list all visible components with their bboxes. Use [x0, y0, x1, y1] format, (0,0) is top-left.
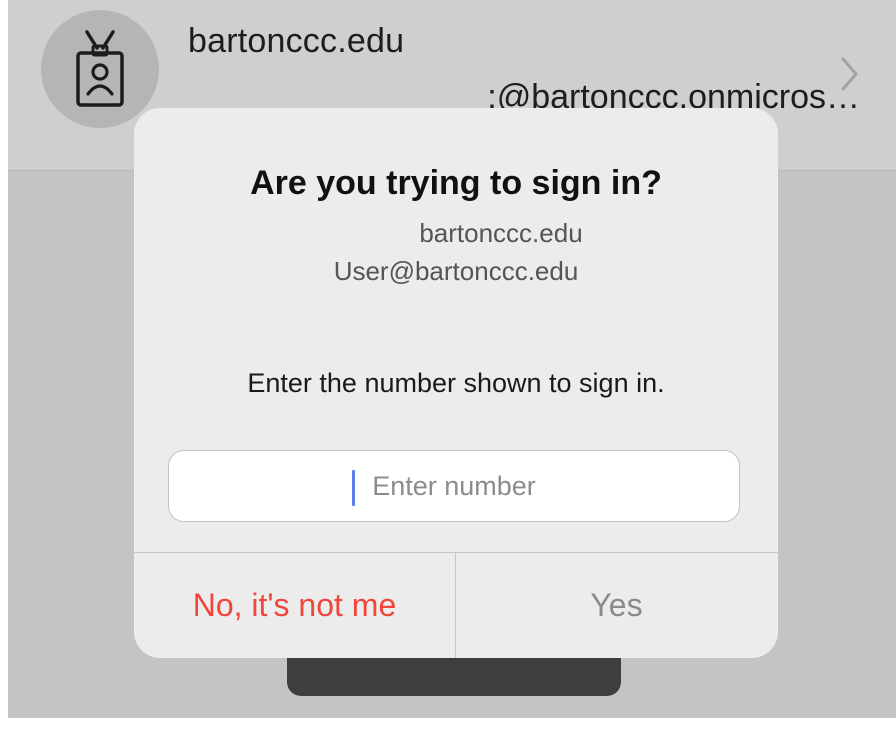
account-avatar — [41, 10, 159, 128]
text-caret — [352, 470, 355, 506]
dialog-title: Are you trying to sign in? — [250, 164, 662, 202]
id-badge-icon — [76, 30, 124, 107]
number-input[interactable] — [168, 450, 740, 522]
dialog-instruction: Enter the number shown to sign in. — [247, 368, 665, 398]
dialog-user: User@bartonccc.edu — [333, 256, 579, 286]
sign-in-approval-dialog: Are you trying to sign in? bartonccc.edu… — [134, 108, 778, 658]
account-title: bartonccc.edu — [188, 22, 405, 60]
chevron-right-icon — [841, 57, 858, 91]
deny-button[interactable]: No, it's not me — [134, 553, 455, 658]
approve-button[interactable]: Yes — [456, 553, 777, 658]
dialog-organization: bartonccc.edu — [419, 218, 583, 248]
app-screen: bartonccc.edu :@bartonccc.onmicros… Are … — [8, 0, 896, 718]
